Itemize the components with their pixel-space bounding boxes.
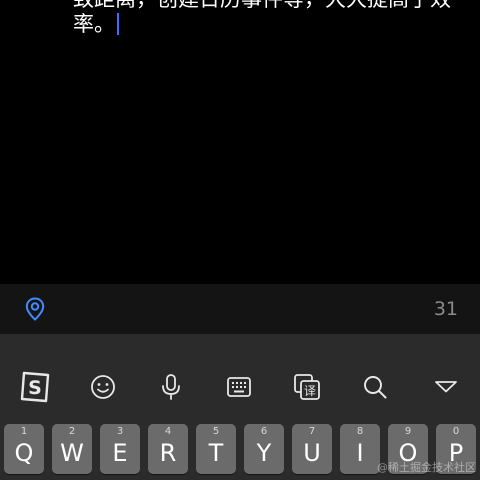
smiley-icon[interactable] [81, 364, 125, 410]
sogou-s-icon[interactable]: S [13, 364, 57, 410]
text-caret [117, 13, 119, 35]
key-r-sub: 4 [164, 426, 172, 437]
key-t-sub: 5 [212, 426, 220, 437]
key-u[interactable]: 7U [292, 424, 332, 474]
key-q[interactable]: 1Q [4, 424, 44, 474]
key-o-sub: 9 [404, 426, 412, 437]
key-t-label: T [208, 439, 224, 467]
search-icon[interactable] [353, 364, 397, 410]
keyboard-toolbar: S 译 [0, 364, 480, 410]
character-count: 31 [433, 298, 458, 320]
key-w-label: W [60, 439, 84, 467]
key-p-sub: 0 [452, 426, 460, 437]
key-y-sub: 6 [260, 426, 268, 437]
chevron-down-icon[interactable] [424, 364, 468, 410]
key-u-sub: 7 [308, 426, 316, 437]
key-e-label: E [112, 439, 128, 467]
editor-text-line-2: 率。 [73, 12, 115, 36]
translate-icon[interactable]: 译 [285, 364, 329, 410]
key-y[interactable]: 6Y [244, 424, 284, 474]
keyboard-icon[interactable] [217, 364, 261, 410]
key-e[interactable]: 3E [100, 424, 140, 474]
ime-keyboard: S 译 1 Q 2 W 3 E 4 R 5 T 6 Y 7 U 8 I 9 O … [0, 334, 480, 480]
key-e-sub: 3 [116, 426, 124, 437]
key-q-label: Q [14, 439, 34, 467]
key-y-label: Y [256, 439, 272, 467]
key-w-sub: 2 [68, 426, 76, 437]
sogou-logo-letter: S [28, 377, 42, 399]
key-u-label: U [303, 439, 321, 467]
key-i-sub: 8 [356, 426, 364, 437]
key-r[interactable]: 4R [148, 424, 188, 474]
location-pin-icon[interactable] [22, 296, 48, 322]
editor-text-line-2-wrapper: 率。 [73, 11, 119, 37]
key-i-label: I [356, 439, 364, 467]
key-i[interactable]: 8I [340, 424, 380, 474]
note-editor[interactable]: 致距离，创建日历事件等，大大提高了效 率。 [0, 0, 480, 284]
editor-text-line-1: 致距离，创建日历事件等，大大提高了效 [73, 0, 451, 12]
key-t[interactable]: 5T [196, 424, 236, 474]
key-w[interactable]: 2W [52, 424, 92, 474]
watermark: @稀土掘金技术社区 [377, 461, 476, 474]
key-r-label: R [159, 439, 177, 467]
translate-glyph: 译 [304, 384, 316, 398]
editor-info-bar: 31 [0, 284, 480, 334]
microphone-icon[interactable] [149, 364, 193, 410]
key-q-sub: 1 [20, 426, 28, 437]
